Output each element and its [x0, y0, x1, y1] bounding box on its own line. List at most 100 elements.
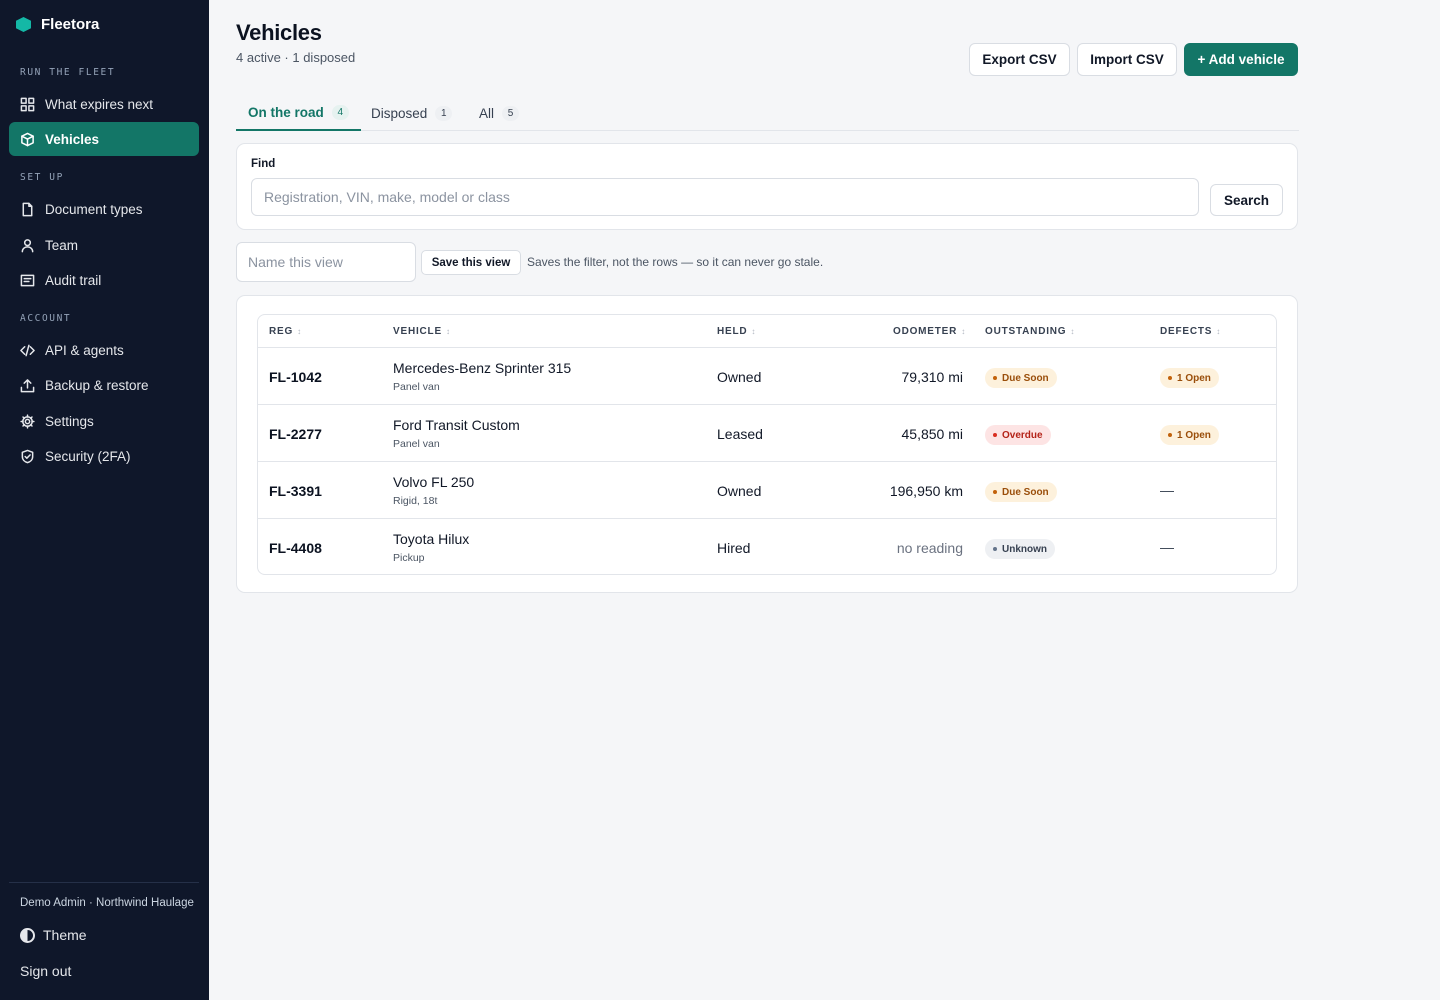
sidebar-item-audit-trail[interactable]: Audit trail	[9, 263, 199, 297]
section-label-account: ACCOUNT	[20, 313, 72, 324]
sort-icon: ↕	[297, 327, 302, 336]
column-header-held[interactable]: HELD ↕	[717, 326, 756, 337]
save-view-hint: Saves the filter, not the rows — so it c…	[527, 255, 824, 269]
held-cell: Hired	[717, 540, 751, 556]
status-badge-label: Overdue	[1002, 429, 1043, 441]
theme-toggle[interactable]: Theme	[20, 927, 87, 943]
defects-cell: 1 Open	[1160, 424, 1219, 445]
column-label: VEHICLE	[393, 326, 442, 337]
table-row[interactable]: FL-2277 Ford Transit Custom Panel van Le…	[258, 405, 1276, 462]
sidebar-item-label: Settings	[45, 413, 94, 429]
tab-count: 1	[435, 105, 453, 121]
vehicle-class: Panel van	[393, 381, 440, 393]
status-dot-icon	[993, 433, 997, 437]
status-badge-label: Due Soon	[1002, 486, 1049, 498]
tab-on-the-road[interactable]: On the road 4	[236, 95, 361, 131]
sidebar-item-label: What expires next	[45, 96, 154, 112]
current-user: Demo Admin · Northwind Haulage	[20, 897, 194, 909]
hexagon-logo-icon	[16, 17, 31, 32]
defects-cell: 1 Open	[1160, 367, 1219, 388]
user-icon	[20, 238, 35, 253]
sidebar-item-label: Backup & restore	[45, 377, 149, 393]
outstanding-cell: Unknown	[985, 538, 1055, 559]
reg-cell: FL-4408	[269, 540, 322, 556]
vehicles-table-card: REG ↕ VEHICLE ↕ HELD ↕ ODOMETER ↕ OUTSTANDIN…	[236, 295, 1298, 593]
tab-all[interactable]: All 5	[479, 95, 520, 131]
column-label: REG	[269, 326, 294, 337]
find-panel: Find Search	[236, 143, 1298, 230]
sort-icon: ↕	[445, 327, 451, 336]
status-dot-icon	[1168, 433, 1172, 437]
column-header-outstanding[interactable]: OUTSTANDING ↕	[985, 326, 1075, 337]
column-label: ODOMETER	[893, 326, 958, 337]
sidebar-item-document-types[interactable]: Document types	[9, 192, 199, 226]
import-csv-button[interactable]: Import CSV	[1077, 43, 1177, 76]
vehicle-name: Volvo FL 250	[393, 474, 475, 490]
tab-disposed[interactable]: Disposed 1	[371, 95, 453, 131]
brand-name: Fleetora	[41, 16, 100, 33]
outstanding-cell: Overdue	[985, 424, 1051, 445]
table-row[interactable]: FL-3391 Volvo FL 250 Rigid, 18t Owned 19…	[258, 462, 1276, 519]
column-label: DEFECTS	[1160, 326, 1213, 337]
status-badge: Due Soon	[985, 482, 1057, 502]
defects-cell: —	[1160, 482, 1174, 498]
column-header-defects[interactable]: DEFECTS ↕	[1160, 326, 1221, 337]
sidebar-item-vehicles[interactable]: Vehicles	[9, 122, 199, 156]
sidebar-item-label: Vehicles	[45, 131, 100, 147]
export-csv-button[interactable]: Export CSV	[969, 43, 1070, 76]
defects-badge: 1 Open	[1160, 368, 1219, 388]
search-input[interactable]	[251, 178, 1199, 216]
half-circle-icon	[20, 927, 35, 943]
defects-badge-label: 1 Open	[1177, 429, 1211, 441]
page-subtitle: 4 active · 1 disposed	[236, 50, 356, 65]
section-label-set-up: SET UP	[20, 172, 64, 183]
column-header-reg[interactable]: REG ↕	[269, 326, 302, 337]
sidebar-item-settings[interactable]: Settings	[9, 404, 199, 438]
tab-label: Disposed	[371, 105, 428, 121]
held-cell: Owned	[717, 483, 762, 499]
sidebar-item-label: Security (2FA)	[45, 448, 131, 464]
status-badge: Due Soon	[985, 368, 1057, 388]
save-view-button[interactable]: Save this view	[421, 250, 521, 275]
status-dot-icon	[993, 376, 997, 380]
column-header-vehicle[interactable]: VEHICLE ↕	[393, 326, 451, 337]
status-badge: Unknown	[985, 539, 1055, 559]
search-button[interactable]: Search	[1210, 184, 1283, 216]
outstanding-cell: Due Soon	[985, 481, 1057, 502]
odometer-cell: 196,950 km	[889, 483, 963, 499]
sidebar-item-what-expires-next[interactable]: What expires next	[9, 87, 199, 121]
sidebar-item-security[interactable]: Security (2FA)	[9, 439, 199, 473]
defects-badge: 1 Open	[1160, 425, 1219, 445]
sidebar-item-label: Team	[45, 237, 79, 253]
defects-badge-label: 1 Open	[1177, 372, 1211, 384]
reg-cell: FL-3391	[269, 483, 322, 499]
defects-cell: —	[1160, 539, 1174, 555]
vehicles-table: REG ↕ VEHICLE ↕ HELD ↕ ODOMETER ↕ OUTSTANDIN…	[257, 314, 1277, 575]
status-badge-label: Unknown	[1002, 543, 1047, 555]
sidebar: Fleetora RUN THE FLEET What expires next…	[0, 0, 209, 1000]
table-row[interactable]: FL-1042 Mercedes-Benz Sprinter 315 Panel…	[258, 348, 1276, 405]
column-header-odometer[interactable]: ODOMETER ↕	[893, 326, 966, 337]
sidebar-item-label: Audit trail	[45, 272, 102, 288]
view-name-input[interactable]	[236, 242, 416, 282]
column-label: HELD	[717, 326, 748, 337]
status-dot-icon	[993, 547, 997, 551]
sidebar-item-api-agents[interactable]: API & agents	[9, 333, 199, 367]
status-dot-icon	[993, 490, 997, 494]
odometer-cell: 79,310 mi	[901, 369, 963, 385]
vehicle-name: Mercedes-Benz Sprinter 315	[393, 360, 572, 376]
tab-count: 5	[502, 105, 520, 121]
shield-icon	[20, 449, 35, 464]
tab-label: All	[479, 105, 495, 121]
brand[interactable]: Fleetora	[16, 16, 99, 33]
vehicle-class: Pickup	[393, 552, 425, 564]
sidebar-item-team[interactable]: Team	[9, 228, 199, 262]
sign-out-link[interactable]: Sign out	[20, 963, 71, 979]
outstanding-cell: Due Soon	[985, 367, 1057, 388]
table-header: REG ↕ VEHICLE ↕ HELD ↕ ODOMETER ↕ OUTSTANDIN…	[258, 315, 1276, 348]
add-vehicle-button[interactable]: + Add vehicle	[1184, 43, 1298, 76]
sidebar-item-backup-restore[interactable]: Backup & restore	[9, 368, 199, 402]
table-row[interactable]: FL-4408 Toyota Hilux Pickup Hired no rea…	[258, 519, 1276, 574]
section-label-run-the-fleet: RUN THE FLEET	[20, 67, 116, 78]
tab-count: 4	[331, 104, 349, 120]
